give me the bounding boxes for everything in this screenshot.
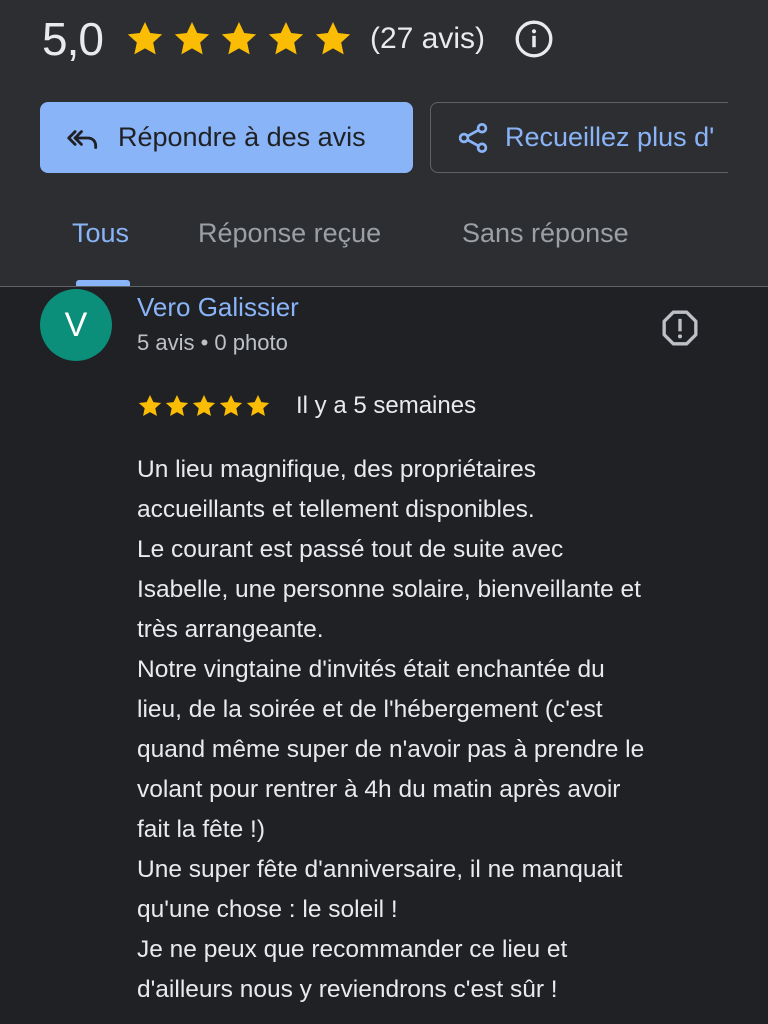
star-icon [165, 394, 189, 416]
tab-all[interactable]: Tous [72, 218, 129, 249]
star-icon [268, 22, 304, 55]
review-date: Il y a 5 semaines [296, 392, 477, 419]
collect-button-label: Recueillez plus d' [505, 122, 715, 152]
review-text-line: fait la fête !) [137, 816, 266, 843]
reviewer-stats: 5 avis • 0 photo [137, 330, 288, 355]
review-text-line: qu'une chose : le soleil ! [137, 896, 398, 923]
reviewer-name[interactable]: Vero Galissier [137, 292, 299, 323]
average-score: 5,0 [42, 13, 104, 65]
star-icon [192, 394, 216, 416]
star-icon [246, 394, 270, 416]
reply-to-reviews-button[interactable]: Répondre à des avis [40, 102, 413, 173]
review-text-line: Notre vingtaine d'invités était enchanté… [137, 656, 605, 683]
review-text-line: volant pour rentrer à 4h du matin après … [137, 776, 621, 803]
review-text-line: d'ailleurs nous y reviendrons c'est sûr … [137, 976, 558, 1003]
review-text-line: Un lieu magnifique, des propriétaires [137, 456, 537, 483]
report-icon[interactable] [660, 308, 700, 348]
review-text-line: Une super fête d'anniversaire, il ne man… [137, 856, 623, 883]
reply-button-label: Répondre à des avis [118, 122, 366, 152]
star-icon [315, 22, 351, 55]
review-rating-row: Il y a 5 semaines [137, 392, 476, 420]
review-text-line: lieu, de la soirée et de l'hébergement (… [137, 696, 603, 723]
review-text-line: quand même super de n'avoir pas à prendr… [137, 736, 645, 763]
star-icon [174, 22, 210, 55]
review-text-line: très arrangeante. [137, 616, 324, 643]
info-icon[interactable] [513, 18, 555, 60]
review-text: Un lieu magnifique, des propriétaires acc… [137, 450, 737, 1010]
review-text-line: Isabelle, une personne solaire, bienveil… [137, 576, 641, 603]
average-stars [125, 19, 360, 59]
rating-header: 5,0 (27 avis) Répondre à des avis Recuei… [0, 0, 768, 286]
review-count: (27 avis) [369, 22, 485, 55]
star-icon [219, 394, 243, 416]
reply-all-icon [67, 129, 98, 149]
review-stars [137, 393, 272, 419]
header-divider [0, 286, 768, 287]
rating-summary: 5,0 (27 avis) [42, 8, 555, 70]
share-icon [458, 122, 488, 153]
review-text-line: Le courant est passé tout de suite avec [137, 536, 564, 563]
tab-answered[interactable]: Réponse reçue [198, 218, 381, 249]
review-text-line: Je ne peux que recommander ce lieu et [137, 936, 568, 963]
tab-unanswered[interactable]: Sans réponse [462, 218, 629, 249]
review-filter-tabs: Tous Réponse reçue Sans réponse [0, 200, 768, 286]
star-icon [221, 22, 257, 55]
collect-more-reviews-button[interactable]: Recueillez plus d' [430, 102, 728, 173]
star-icon [138, 394, 162, 416]
review-text-line: accueillants et tellement disponibles. [137, 496, 535, 523]
avatar[interactable]: V [40, 289, 112, 361]
star-icon [127, 22, 163, 55]
